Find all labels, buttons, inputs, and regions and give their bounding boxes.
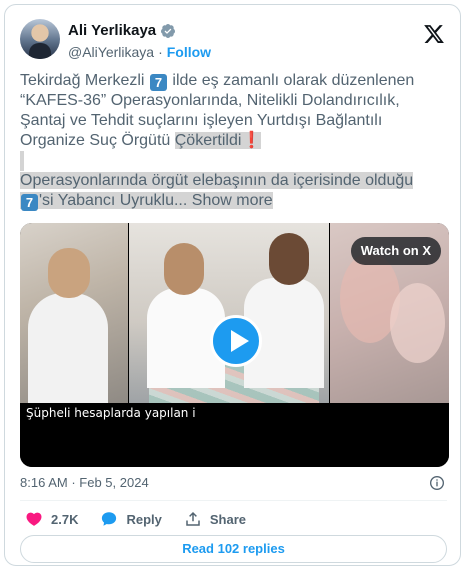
handle-row: @AliYerlikaya · Follow	[68, 44, 211, 60]
play-button-icon[interactable]	[210, 315, 262, 367]
avatar[interactable]	[20, 19, 60, 59]
tweet-time[interactable]: 8:16 AM	[20, 475, 68, 490]
share-upload-icon	[186, 511, 200, 526]
author-name-row: Ali Yerlikaya	[68, 22, 176, 39]
meta-separator: ·	[71, 475, 76, 490]
share-button[interactable]: Share	[184, 510, 246, 528]
action-bar: 2.7K Reply Share	[25, 510, 268, 528]
tweet-line-4: Organize Suç Örgütü Çökertildi❗	[20, 131, 450, 151]
show-more-link[interactable]: Show more	[192, 192, 273, 209]
author-handle[interactable]: @AliYerlikaya	[68, 44, 154, 60]
tweet-line-3: Şantaj ve Tehdit suçlarını işleyen Yurtd…	[20, 112, 383, 129]
tweet-text-span: Tekirdağ Merkezli	[20, 72, 149, 89]
watch-on-x-button[interactable]: Watch on X	[350, 237, 441, 265]
video-frame-left	[20, 223, 128, 403]
tweet-card: Ali Yerlikaya @AliYerlikaya · Follow Tek…	[4, 4, 461, 566]
tweet-line-2: “KAFES-36” Operasyonlarında, Nitelikli D…	[20, 92, 400, 109]
keycap-seven-icon: 7	[21, 194, 38, 211]
divider	[20, 500, 447, 501]
tweet-blank-line	[20, 151, 450, 171]
tweet-text-span: ilde eş zamanlı olarak düzenlenen	[167, 72, 415, 89]
author-name[interactable]: Ali Yerlikaya	[68, 22, 156, 39]
follow-button[interactable]: Follow	[167, 44, 211, 60]
tweet-line-1: Tekirdağ Merkezli 7 ilde eş zamanlı olar…	[20, 71, 450, 91]
tweet-text-span: Çökertildi	[174, 132, 242, 149]
verified-badge-icon	[161, 23, 176, 38]
heart-icon	[26, 512, 42, 526]
share-label: Share	[209, 511, 247, 527]
tweet-line-6: Operasyonlarında örgüt elebaşının da içe…	[20, 171, 450, 191]
highlighted-text: Operasyonlarında örgüt elebaşının da içe…	[20, 172, 414, 189]
highlighted-text: 7'si Yabancı Uyruklu... Show more	[20, 192, 273, 211]
info-icon[interactable]	[429, 475, 445, 491]
video-frame-center	[129, 223, 329, 403]
timestamp[interactable]: 8:16 AM · Feb 5, 2024	[20, 475, 450, 490]
tweet-date[interactable]: Feb 5, 2024	[79, 475, 148, 490]
tweet-text-span: Organize Suç Örgütü	[20, 132, 175, 149]
reply-bubble-icon	[102, 512, 117, 526]
tweet-text-span: 'si Yabancı Uyruklu...	[39, 192, 188, 209]
keycap-seven-icon: 7	[149, 74, 167, 91]
handle-separator: ·	[158, 44, 163, 60]
video-caption: Şüpheli hesaplarda yapılan i	[26, 406, 196, 420]
like-count: 2.7K	[51, 511, 79, 527]
read-replies-button[interactable]: Read 102 replies	[20, 535, 447, 563]
highlight-marker	[20, 151, 24, 171]
highlighted-text: Çökertildi❗	[174, 132, 262, 149]
reply-button[interactable]: Reply	[100, 510, 162, 528]
reply-label: Reply	[126, 511, 162, 527]
x-logo-icon[interactable]	[423, 23, 445, 45]
tweet-line-7: 7'si Yabancı Uyruklu... Show more	[20, 191, 450, 211]
video-player[interactable]: Şüpheli hesaplarda yapılan i Watch on X	[20, 223, 449, 467]
tweet-text: Tekirdağ Merkezli 7 ilde eş zamanlı olar…	[20, 71, 450, 211]
like-button[interactable]: 2.7K	[25, 510, 78, 528]
exclamation-icon: ❗	[241, 132, 262, 149]
